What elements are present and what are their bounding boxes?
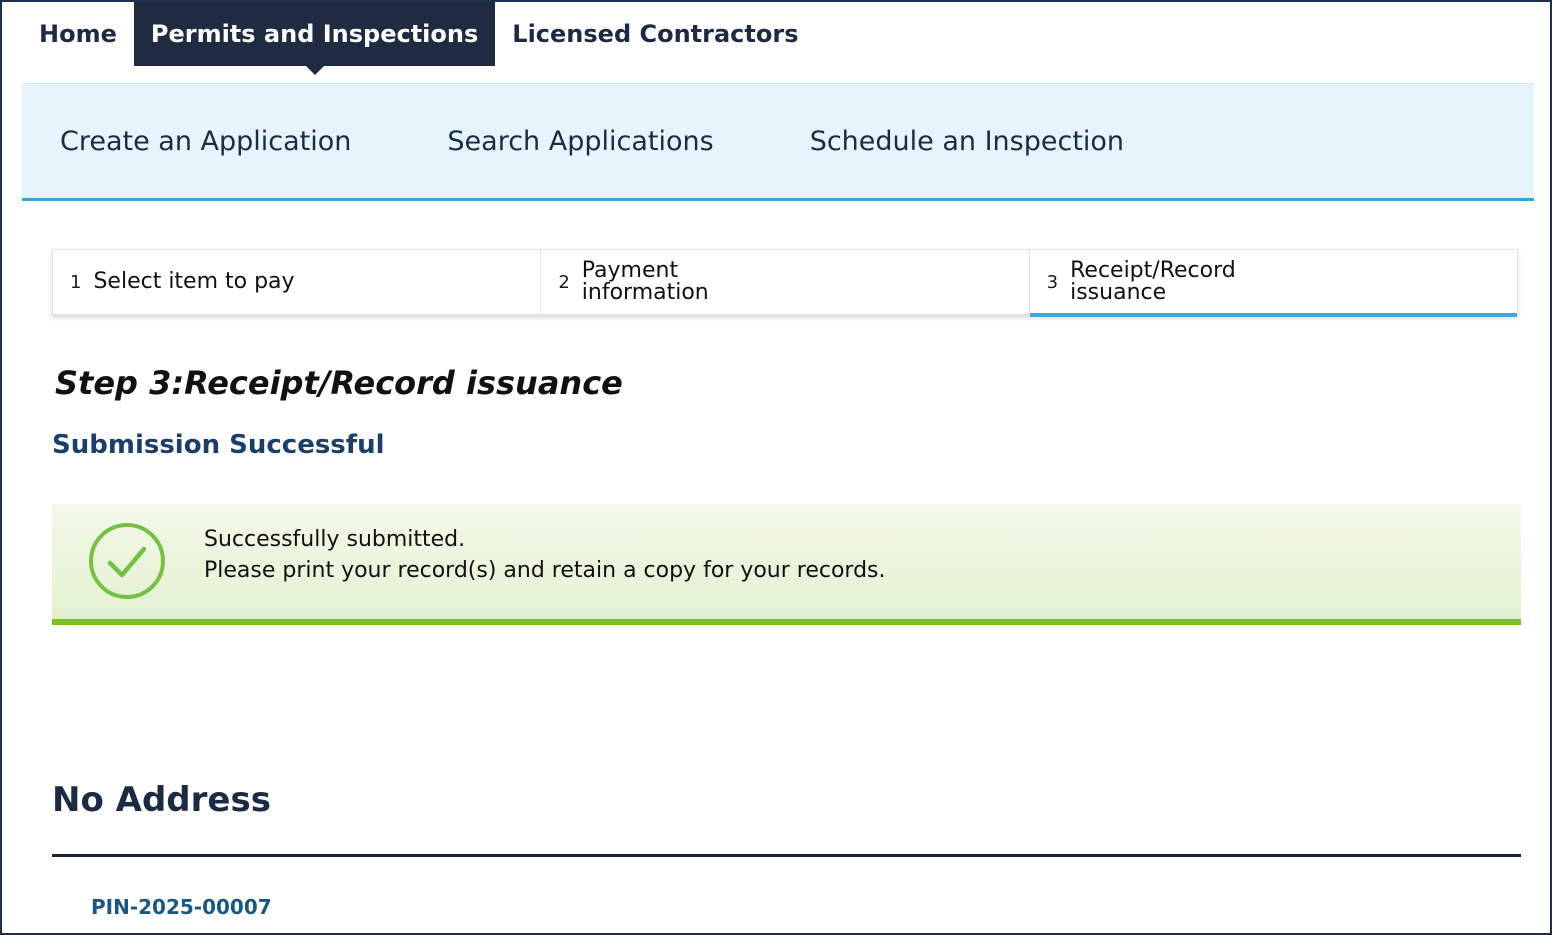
success-message: Successfully submitted. Please print you… <box>204 524 886 586</box>
success-banner: Successfully submitted. Please print you… <box>52 504 1521 625</box>
step-label: Receipt/Record issuance <box>1070 258 1236 305</box>
create-application-link[interactable]: Create an Application <box>60 126 351 157</box>
check-circle-icon <box>89 523 165 599</box>
schedule-inspection-link[interactable]: Schedule an Inspection <box>810 126 1124 157</box>
step-label: Select item to pay <box>93 269 295 294</box>
step-number: 3 <box>1046 271 1059 293</box>
step-number: 2 <box>558 271 570 293</box>
success-message-line2: Please print your record(s) and retain a… <box>204 558 886 583</box>
page-title: Step 3:Receipt/Record issuance <box>55 364 623 402</box>
tab-licensed-contractors[interactable]: Licensed Contractors <box>495 2 815 66</box>
tab-permits-and-inspections[interactable]: Permits and Inspections <box>133 2 496 75</box>
success-message-line1: Successfully submitted. <box>204 527 466 552</box>
search-applications-link[interactable]: Search Applications <box>447 126 713 157</box>
step-select-item[interactable]: 1 Select item to pay <box>53 250 542 314</box>
tab-home[interactable]: Home <box>22 2 134 66</box>
step-receipt-record-issuance[interactable]: 3 Receipt/Record issuance <box>1029 250 1518 317</box>
divider <box>52 854 1521 857</box>
submission-status-heading: Submission Successful <box>52 430 385 460</box>
sub-navigation: Create an Application Search Application… <box>22 83 1534 201</box>
record-id-link[interactable]: PIN-2025-00007 <box>91 895 272 919</box>
top-navigation: Home Permits and Inspections Licensed Co… <box>22 2 816 75</box>
address-heading: No Address <box>52 780 271 820</box>
step-label: Payment information <box>581 258 709 305</box>
step-payment-information[interactable]: 2 Payment information <box>541 250 1030 314</box>
step-number: 1 <box>70 271 82 293</box>
page-frame: Home Permits and Inspections Licensed Co… <box>0 0 1552 935</box>
payment-stepper: 1 Select item to pay 2 Payment informati… <box>52 249 1518 317</box>
